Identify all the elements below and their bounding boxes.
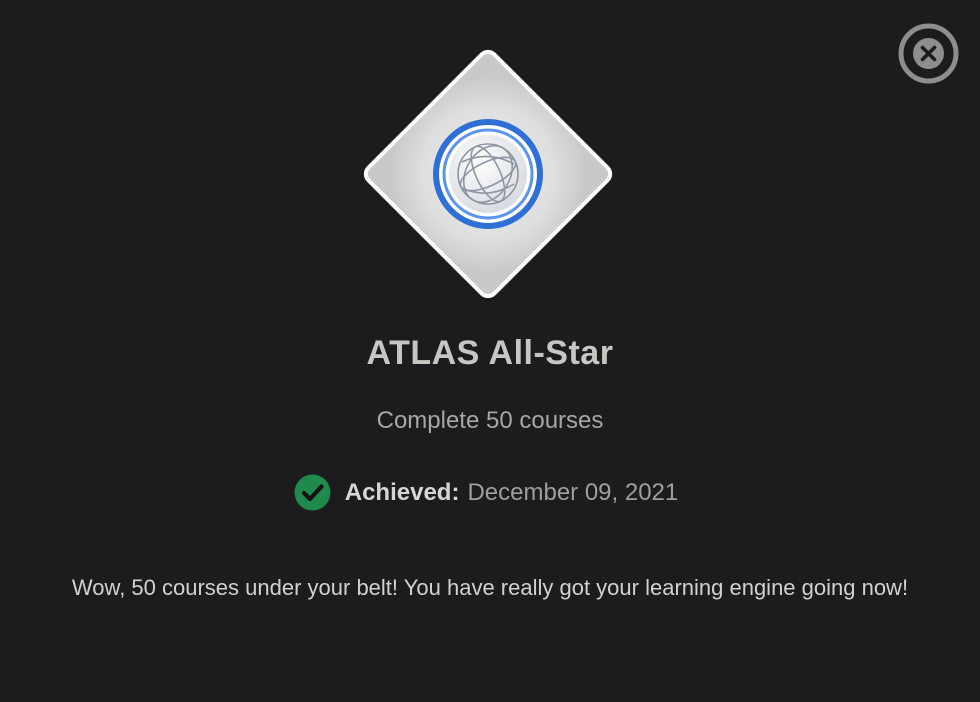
achievement-description: Wow, 50 courses under your belt! You hav… — [71, 575, 909, 600]
achievement-title: ATLAS All-Star — [366, 334, 614, 372]
close-x-circle-icon — [898, 23, 959, 84]
achieved-status: Achieved: December 09, 2021 — [0, 474, 980, 511]
close-button[interactable] — [898, 23, 959, 84]
achievement-requirement: Complete 50 courses — [376, 407, 604, 434]
globe-icon — [433, 119, 543, 229]
achievement-badge — [356, 42, 620, 306]
check-circle-icon — [294, 474, 331, 511]
achieved-label: Achieved: — [344, 478, 460, 506]
achieved-date: December 09, 2021 — [467, 478, 679, 506]
achievement-modal: ATLAS All-Star Complete 50 courses Achie… — [0, 0, 980, 702]
